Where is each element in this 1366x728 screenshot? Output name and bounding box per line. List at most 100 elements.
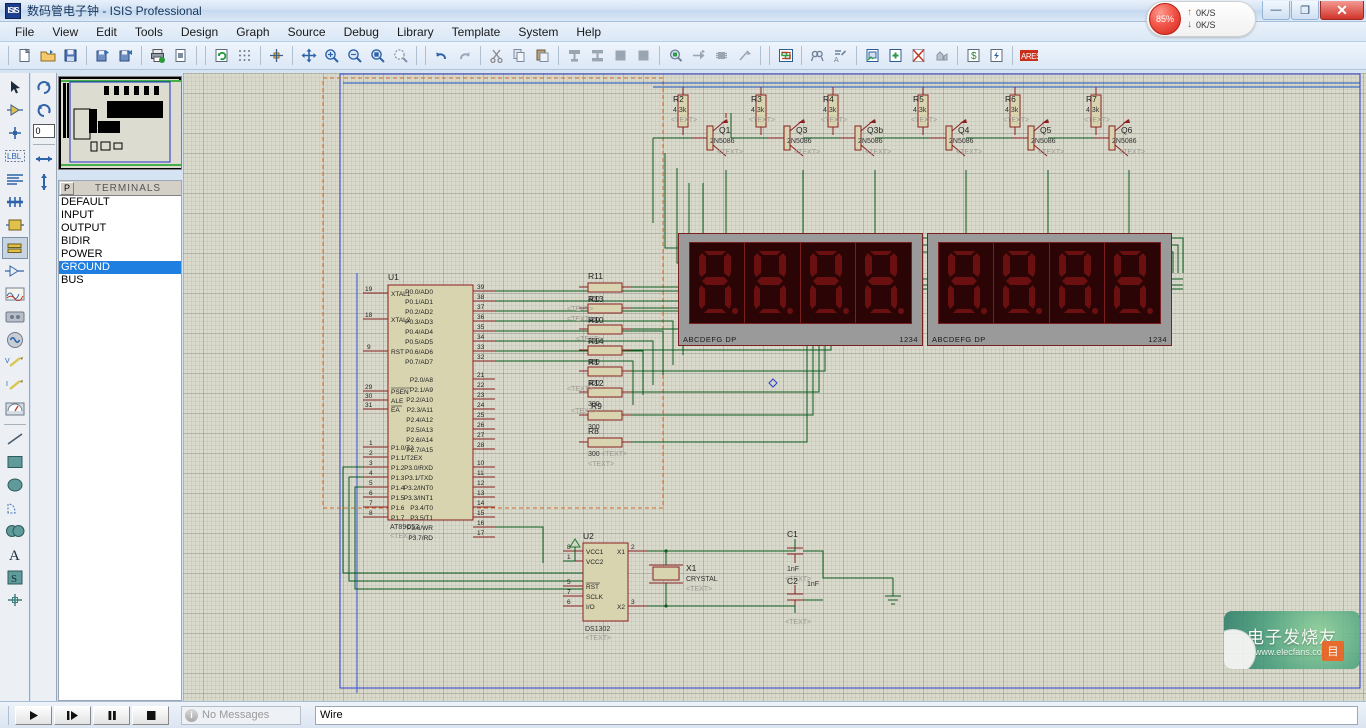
generator-mode-icon[interactable]	[2, 329, 28, 351]
packaging-tool-icon[interactable]	[710, 44, 733, 67]
rotate-anticlockwise-icon[interactable]	[31, 99, 57, 121]
list-item-bidir[interactable]: BIDIR	[59, 235, 181, 248]
print-area-icon[interactable]	[169, 44, 192, 67]
zoom-all-icon[interactable]	[366, 44, 389, 67]
list-item-ground[interactable]: GROUND	[59, 261, 181, 274]
overview-preview-pane[interactable]	[58, 76, 182, 170]
pick-from-libraries-button[interactable]: P	[60, 182, 74, 195]
menu-library[interactable]: Library	[388, 23, 443, 41]
new-sheet-icon[interactable]	[13, 44, 36, 67]
menu-graph[interactable]: Graph	[227, 23, 278, 41]
wire-label-icon[interactable]	[774, 44, 797, 67]
subcircuit-mode-icon[interactable]	[2, 214, 28, 236]
maximize-button[interactable]: ❐	[1291, 1, 1319, 20]
menu-tools[interactable]: Tools	[126, 23, 172, 41]
stop-button[interactable]	[132, 706, 169, 725]
copy-icon[interactable]	[508, 44, 531, 67]
menu-template[interactable]: Template	[443, 23, 510, 41]
selection-mode-icon[interactable]	[2, 76, 28, 98]
menu-file[interactable]: File	[6, 23, 43, 41]
add-sheet-icon[interactable]	[884, 44, 907, 67]
resistor-r6-value: 4.3k	[1005, 107, 1019, 114]
2d-line-mode-icon[interactable]	[2, 428, 28, 450]
terminals-mode-icon[interactable]	[2, 237, 28, 259]
current-probe-mode-icon[interactable]: I	[2, 375, 28, 397]
open-design-icon[interactable]	[36, 44, 59, 67]
rotation-angle-input[interactable]: 0	[33, 124, 55, 138]
virtual-instruments-mode-icon[interactable]	[2, 398, 28, 420]
exit-sheet-icon[interactable]	[930, 44, 953, 67]
cut-icon[interactable]	[485, 44, 508, 67]
import-section-icon[interactable]	[91, 44, 114, 67]
redo-icon[interactable]	[453, 44, 476, 67]
mirror-horizontal-icon[interactable]	[31, 148, 57, 170]
list-item-input[interactable]: INPUT	[59, 209, 181, 222]
2d-symbol-mode-icon[interactable]: S	[2, 566, 28, 588]
2d-circle-mode-icon[interactable]	[2, 474, 28, 496]
menu-system[interactable]: System	[509, 23, 567, 41]
display-left[interactable]: ABCDEFG DP 1234	[678, 233, 923, 346]
netlist-to-ares-icon[interactable]: ARES	[1017, 44, 1040, 67]
play-button[interactable]	[15, 706, 52, 725]
rotate-clockwise-icon[interactable]	[31, 76, 57, 98]
2d-text-mode-icon[interactable]: A	[2, 543, 28, 565]
2d-markers-mode-icon[interactable]	[2, 589, 28, 611]
2d-arc-mode-icon[interactable]	[2, 497, 28, 519]
cpu-network-widget[interactable]: 85% ↑ 0K/S ↓ 0K/S	[1146, 1, 1256, 37]
refresh-display-icon[interactable]	[210, 44, 233, 67]
print-icon[interactable]	[146, 44, 169, 67]
toggle-grid-icon[interactable]	[233, 44, 256, 67]
wire-label-mode-icon[interactable]: LBL	[2, 145, 28, 167]
list-item-power[interactable]: POWER	[59, 248, 181, 261]
pick-device-icon[interactable]	[664, 44, 687, 67]
new-sheet2-icon[interactable]	[861, 44, 884, 67]
decompose-icon[interactable]	[733, 44, 756, 67]
display-right[interactable]: ABCDEFG DP 1234	[927, 233, 1172, 346]
undo-icon[interactable]	[430, 44, 453, 67]
buses-mode-icon[interactable]	[2, 191, 28, 213]
block-delete-icon[interactable]	[632, 44, 655, 67]
close-button[interactable]: ✕	[1320, 1, 1364, 20]
make-device-icon[interactable]	[687, 44, 710, 67]
minimize-button[interactable]: —	[1262, 1, 1290, 20]
menu-help[interactable]: Help	[567, 23, 610, 41]
list-item-output[interactable]: OUTPUT	[59, 222, 181, 235]
menu-edit[interactable]: Edit	[87, 23, 126, 41]
graph-mode-icon[interactable]	[2, 283, 28, 305]
message-indicator[interactable]: i No Messages	[181, 706, 301, 725]
paste-icon[interactable]	[531, 44, 554, 67]
block-move-icon[interactable]	[586, 44, 609, 67]
step-button[interactable]	[54, 706, 91, 725]
electrical-rules-icon[interactable]	[985, 44, 1008, 67]
remove-sheet-icon[interactable]	[907, 44, 930, 67]
text-script-mode-icon[interactable]	[2, 168, 28, 190]
zoom-in-icon[interactable]	[320, 44, 343, 67]
list-item-default[interactable]: DEFAULT	[59, 196, 181, 209]
2d-box-mode-icon[interactable]	[2, 451, 28, 473]
menu-design[interactable]: Design	[172, 23, 227, 41]
voltage-probe-mode-icon[interactable]: V	[2, 352, 28, 374]
list-item-bus[interactable]: BUS	[59, 274, 181, 287]
pause-button[interactable]	[93, 706, 130, 725]
menu-view[interactable]: View	[43, 23, 87, 41]
zoom-out-icon[interactable]	[343, 44, 366, 67]
block-rotate-icon[interactable]	[609, 44, 632, 67]
save-design-icon[interactable]	[59, 44, 82, 67]
property-assignment-icon[interactable]	[806, 44, 829, 67]
block-copy-icon[interactable]	[563, 44, 586, 67]
export-section-icon[interactable]	[114, 44, 137, 67]
device-pins-mode-icon[interactable]	[2, 260, 28, 282]
menu-source[interactable]: Source	[279, 23, 335, 41]
schematic-canvas[interactable]: R2 4.3k <TEXT> R3 4.3k <TEXT> R4 4.3k <T	[183, 73, 1366, 701]
menu-debug[interactable]: Debug	[335, 23, 388, 41]
component-mode-icon[interactable]	[2, 99, 28, 121]
pan-icon[interactable]	[297, 44, 320, 67]
2d-path-mode-icon[interactable]	[2, 520, 28, 542]
design-explorer-icon[interactable]: A	[829, 44, 852, 67]
mirror-vertical-icon[interactable]	[31, 171, 57, 193]
zoom-area-icon[interactable]	[389, 44, 412, 67]
bill-of-materials-icon[interactable]: $	[962, 44, 985, 67]
tape-recorder-mode-icon[interactable]	[2, 306, 28, 328]
junction-dot-mode-icon[interactable]	[2, 122, 28, 144]
origin-icon[interactable]	[265, 44, 288, 67]
